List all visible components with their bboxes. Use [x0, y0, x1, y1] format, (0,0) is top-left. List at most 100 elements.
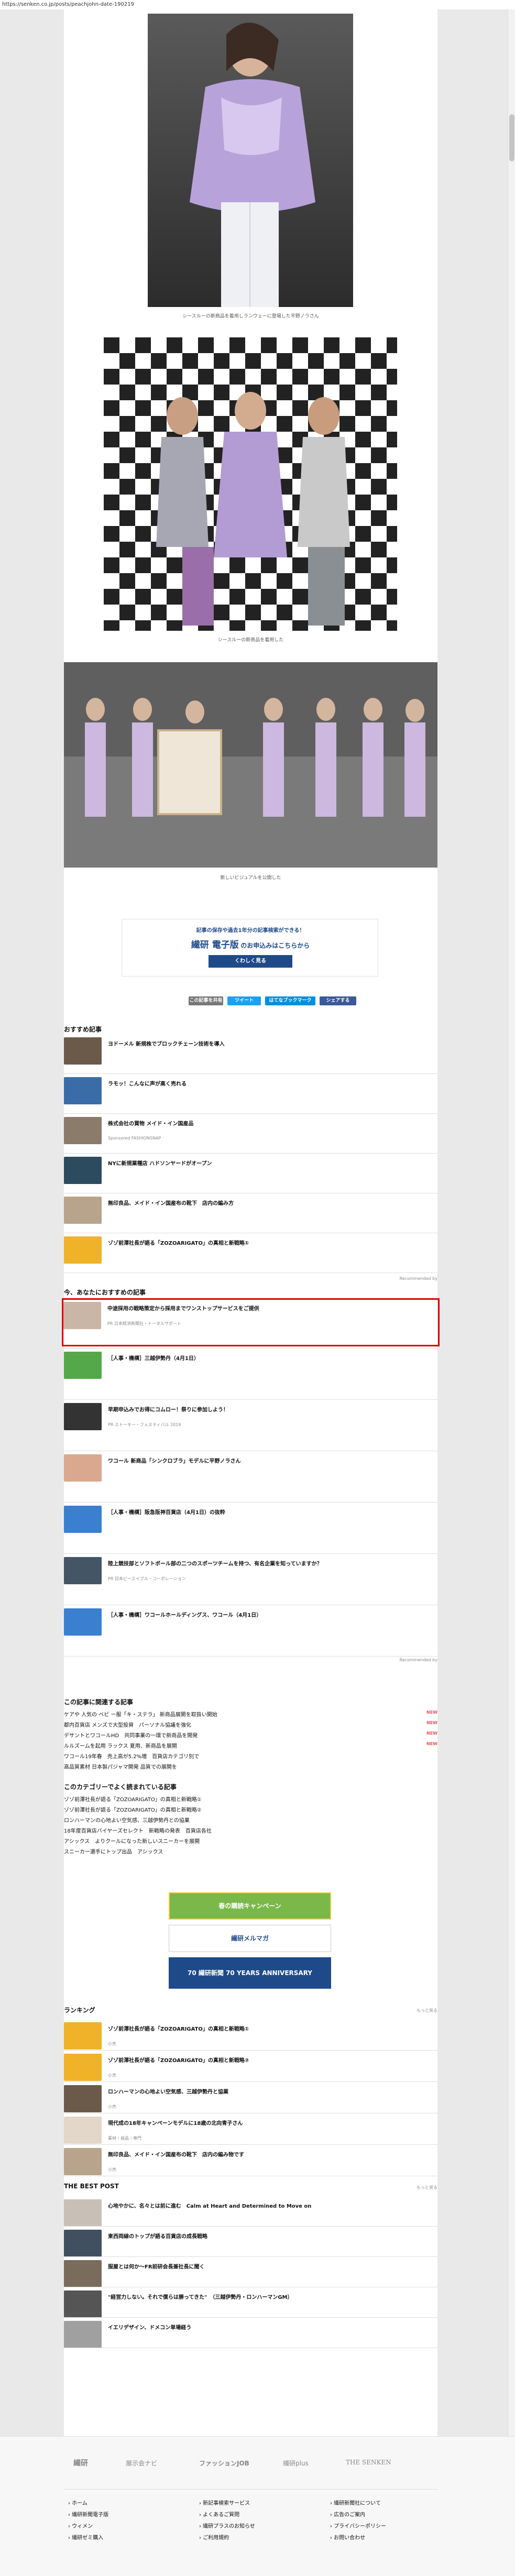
recommended-thumbnail[interactable] [64, 1157, 102, 1184]
footer-logo-the-senken[interactable]: THE SENKEN [346, 2459, 391, 2466]
footer-link[interactable]: › お問い合わせ [330, 2533, 365, 2541]
now-recommended-title[interactable]: 陸上競技部とソフトボール部の二つのスポーツチームを持つ、有名企業を知っていますか… [108, 1559, 422, 1567]
now-recommended-item[interactable]: ［人事・機構］三越伊勢丹（4月1日） [64, 1350, 437, 1398]
related-item[interactable]: 高品質素材 日本製パジャマ開発 品質での展開を [64, 1762, 437, 1772]
recommended-title[interactable]: ラモッ！こんなに声が高く売れる [108, 1079, 422, 1087]
footer-link[interactable]: › 繊研ゼミ購入 [68, 2533, 103, 2541]
best-post-thumbnail[interactable] [64, 2230, 102, 2257]
footer-link[interactable]: › プライバシーポリシー [330, 2522, 386, 2529]
footer-logo-plus[interactable]: 繊研plus [283, 2459, 309, 2468]
recommended-item[interactable]: NYに新規業種店 ハドソンヤードがオープン [64, 1155, 437, 1191]
ranking-thumbnail[interactable] [64, 2085, 102, 2112]
spring-campaign-banner[interactable]: 春の購読キャンペーン [169, 1892, 331, 1920]
recommended-thumbnail[interactable] [64, 1117, 102, 1144]
ranking-title[interactable]: 現代成の18年キャンペーンモデルに18歳の北向青子さん [108, 2119, 422, 2126]
recommended-title[interactable]: ヨドーメル 新規株でブロックチェーン技術を導入 [108, 1039, 422, 1047]
related-item[interactable]: ルルズームを起用 ラックス 夏用、新商品を展開 NEW [64, 1741, 437, 1751]
footer-link[interactable]: › 広告のご案内 [330, 2510, 365, 2518]
now-recommended-title[interactable]: ［人事・機構］ワコールホールディングス、ワコール（4月1日） [108, 1610, 422, 1618]
recommended-title[interactable]: NYに新規業種店 ハドソンヤードがオープン [108, 1159, 422, 1167]
recommended-item[interactable]: ラモッ！こんなに声が高く売れる [64, 1075, 437, 1112]
footer-logo-senken[interactable]: 繊研 [73, 2458, 88, 2468]
related-item[interactable]: ワコール19年春 売上高が5.2%増 百貨店カテゴリ別で [64, 1752, 437, 1761]
best-post-item[interactable]: イエリデザイン、ドメコン単場経う [64, 2319, 437, 2348]
now-recommended-item[interactable]: ［人事・機構］ワコールホールディングス、ワコール（4月1日） [64, 1606, 437, 1654]
now-recommended-thumbnail[interactable] [63, 1302, 101, 1329]
ranking-item[interactable]: ロンハーマンの心地よい空気感、三越伊勢丹と協業 小売 [64, 2083, 437, 2112]
now-recommended-thumbnail[interactable] [64, 1506, 102, 1533]
footer-link[interactable]: › 繊研プラスのお知らせ [199, 2522, 255, 2529]
popular-item[interactable]: ロンハーマンの心地よい空気感、三越伊勢丹との協業 [64, 1816, 437, 1824]
recommended-thumbnail[interactable] [64, 1077, 102, 1104]
now-recommended-thumbnail[interactable] [64, 1352, 102, 1379]
related-title[interactable]: 都内百貨店 メンズで大型投資 パーソナル協議を強化 [64, 1723, 191, 1728]
ranking-more-link[interactable]: もっと見る [417, 2008, 437, 2013]
related-title[interactable]: デサントとワコールHD 共同事業の一環で新商品を開発 [64, 1733, 198, 1739]
now-recommended-item[interactable]: ワコール 新商品「シンクロブラ」モデルに平野ノラさん [64, 1452, 437, 1500]
scrollbar[interactable] [508, 9, 515, 2576]
best-post-more-link[interactable]: もっと見る [417, 2185, 437, 2190]
popular-item[interactable]: 18年度百貨店バイヤーズセレクト 新戦略の発表 百貨店各社 [64, 1826, 437, 1834]
now-recommended-item[interactable]: ［人事・機構］阪急阪神百貨店（4月1日）の抜粋 [64, 1504, 437, 1552]
best-post-title[interactable]: 東西両線のトップが語る百貨店の成長戦略 [108, 2232, 422, 2240]
ranking-title[interactable]: ゾゾ前澤社長が語る「ZOZOARIGATO」の真相と新戦略② [108, 2056, 422, 2064]
now-recommended-title[interactable]: ［人事・機構］三越伊勢丹（4月1日） [108, 1354, 422, 1362]
best-post-thumbnail[interactable] [64, 2260, 102, 2287]
footer-logo-tenjikai[interactable]: 展示会ナビ [126, 2459, 157, 2468]
best-post-item[interactable]: "経営力しない。それで僕らは勝ってきた" （三越伊勢丹・ロンハーマンGM） [64, 2288, 437, 2318]
tweet-button[interactable]: ツイート [227, 996, 261, 1005]
footer-link[interactable]: › 新記事検索サービス [199, 2498, 250, 2506]
ranking-thumbnail[interactable] [64, 2148, 102, 2175]
best-post-item[interactable]: 東西両線のトップが語る百貨店の成長戦略 [64, 2228, 437, 2257]
popular-item[interactable]: アシックス よりクールになった新しいスニーカーを展開 [64, 1837, 437, 1845]
now-recommended-thumbnail[interactable] [64, 1557, 102, 1584]
now-recommended-thumbnail[interactable] [64, 1608, 102, 1636]
best-post-title[interactable]: イエリデザイン、ドメコン単場経う [108, 2323, 422, 2331]
digital-edition-ad[interactable]: 記事の保存や過去1年分の記事検索ができる！ 繊研 電子版 のお申込みはこちらから… [122, 919, 378, 977]
footer-link[interactable]: › ウィメン [68, 2522, 93, 2529]
now-recommended-item[interactable]: 中途採用の戦略策定から採用までワンストップサービスをご提供 PR 日本経済新聞社・… [62, 1298, 440, 1346]
anniversary-banner[interactable]: 70 繊研新聞 70 YEARS ANNIVERSARY [169, 1957, 331, 1989]
related-item[interactable]: デサントとワコールHD 共同事業の一環で新商品を開発 NEW [64, 1731, 437, 1740]
related-title[interactable]: ルルズームを起用 ラックス 夏用、新商品を展開 [64, 1744, 177, 1749]
popular-item[interactable]: スニーカー選手にトップ出品 アシックス [64, 1847, 437, 1855]
address-bar[interactable]: https://senken.co.jp/posts/peachjohn-dat… [0, 0, 515, 9]
footer-link[interactable]: › ホーム [68, 2498, 87, 2506]
ranking-item[interactable]: ゾゾ前澤社長が語る「ZOZOARIGATO」の真相と新戦略① 小売 [64, 2020, 437, 2049]
best-post-thumbnail[interactable] [64, 2290, 102, 2318]
popular-item[interactable]: ゾゾ前澤社長が語る「ZOZOARIGATO」の真相と新戦略① [64, 1795, 437, 1803]
recommended-title[interactable]: 株式会社の買物 メイド・イン国産品 [108, 1119, 422, 1127]
ranking-title[interactable]: ゾゾ前澤社長が語る「ZOZOARIGATO」の真相と新戦略① [108, 2024, 422, 2032]
ranking-title[interactable]: 無印良品、メイド・イン国産布の靴下 店内の編み物です [108, 2150, 422, 2158]
newsletter-banner[interactable]: 繊研メルマガ [169, 1925, 331, 1952]
ranking-item[interactable]: 現代成の18年キャンペーンモデルに18歳の北向青子さん 素材・商品・専門 [64, 2114, 437, 2144]
ranking-thumbnail[interactable] [64, 2054, 102, 2081]
footer-link[interactable]: › 繊研新聞電子版 [68, 2510, 108, 2518]
best-post-thumbnail[interactable] [64, 2199, 102, 2227]
best-post-item[interactable]: 心地やかに、名々とは前に進む Calm at Heart and Determi… [64, 2197, 437, 2227]
related-item[interactable]: 都内百貨店 メンズで大型投資 パーソナル協議を強化 NEW [64, 1720, 437, 1730]
popular-item[interactable]: ゾゾ前澤社長が語る「ZOZOARIGATO」の真相と新戦略② [64, 1805, 437, 1813]
recommended-thumbnail[interactable] [64, 1236, 102, 1264]
related-title[interactable]: ワコール19年春 売上高が5.2%増 百貨店カテゴリ別で [64, 1754, 199, 1760]
facebook-share-button[interactable]: シェアする [320, 996, 356, 1005]
related-item[interactable]: ケアや 人気の ベビ ー服「キ・ステラ」 新商品展開を取扱い開始 NEW [64, 1710, 437, 1719]
now-recommended-title[interactable]: ［人事・機構］阪急阪神百貨店（4月1日）の抜粋 [108, 1508, 422, 1516]
footer-link[interactable]: › 繊研新聞社について [330, 2498, 381, 2506]
recommended-title[interactable]: 無印良品、メイド・イン国産布の靴下 店内の編み方 [108, 1199, 422, 1207]
now-recommended-item[interactable]: 早期申込みでお得にコムロー！祭りに参加しよう！ PR ストーキー・フェスティバル … [64, 1401, 437, 1449]
ranking-thumbnail[interactable] [64, 2022, 102, 2049]
now-recommended-thumbnail[interactable] [64, 1403, 102, 1430]
best-post-thumbnail[interactable] [64, 2321, 102, 2348]
best-post-title[interactable]: 心地やかに、名々とは前に進む Calm at Heart and Determi… [108, 2201, 422, 2209]
best-post-item[interactable]: 服屋とは何か～FR前研会長兼社長に聞く [64, 2258, 437, 2287]
now-recommended-item[interactable]: 陸上競技部とソフトボール部の二つのスポーツチームを持つ、有名企業を知っていますか… [64, 1555, 437, 1603]
ranking-title[interactable]: ロンハーマンの心地よい空気感、三越伊勢丹と協業 [108, 2087, 422, 2095]
now-recommended-title[interactable]: ワコール 新商品「シンクロブラ」モデルに平野ノラさん [108, 1456, 422, 1464]
now-recommended-title[interactable]: 中途採用の戦略策定から採用までワンストップサービスをご提供 [107, 1304, 422, 1312]
recommended-item[interactable]: ヨドーメル 新規株でブロックチェーン技術を導入 [64, 1035, 437, 1072]
footer-link[interactable]: › よくあるご質問 [199, 2510, 239, 2518]
recommended-thumbnail[interactable] [64, 1037, 102, 1065]
best-post-title[interactable]: "経営力しない。それで僕らは勝ってきた" （三越伊勢丹・ロンハーマンGM） [108, 2293, 422, 2300]
ranking-item[interactable]: 無印良品、メイド・イン国産布の靴下 店内の編み物です 小売 [64, 2146, 437, 2175]
